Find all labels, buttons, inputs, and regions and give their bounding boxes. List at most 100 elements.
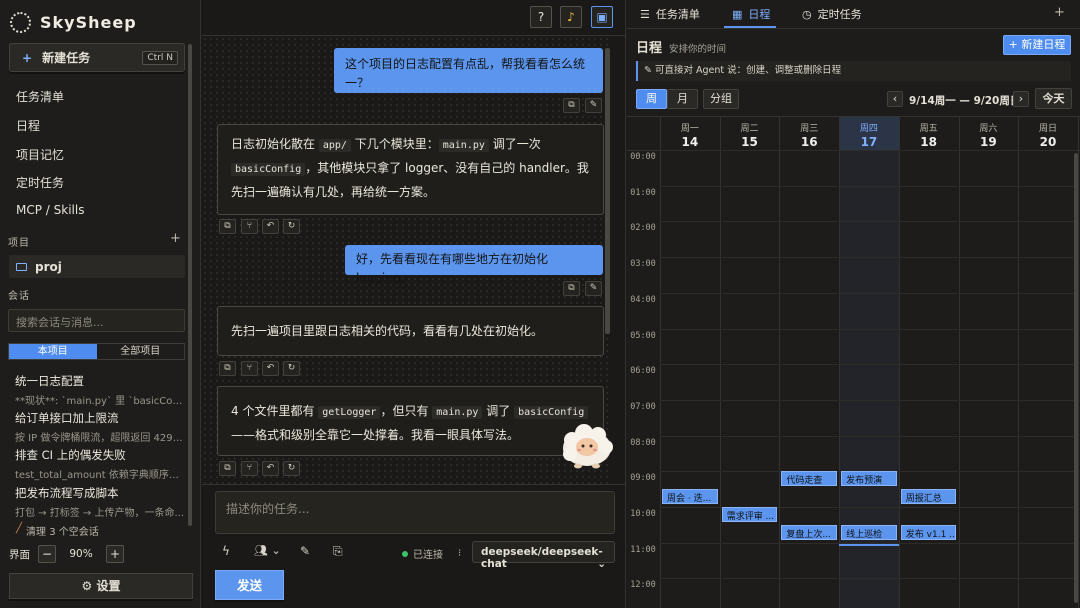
day-number: 16	[800, 135, 818, 149]
sidebar-scrollbar[interactable]	[188, 44, 192, 526]
code-span: app/	[318, 139, 351, 152]
help-button[interactable]: ?	[530, 6, 552, 28]
calendar-event[interactable]: 线上巡检	[841, 524, 897, 540]
column-divider	[660, 117, 661, 608]
day-header[interactable]: 周五 18	[899, 117, 959, 150]
agents-icon[interactable]: 👥︎ ⌄	[254, 544, 281, 557]
retry-icon[interactable]: ↻	[283, 361, 300, 376]
current-time-line	[839, 544, 899, 547]
retry-icon[interactable]: ↻	[283, 461, 300, 476]
view-group-button[interactable]: 分组	[703, 89, 739, 109]
toggle-panel-icon[interactable]: ▣	[591, 6, 613, 28]
day-header[interactable]: 周二 15	[720, 117, 780, 150]
new-event-button[interactable]: + 新建日程	[1003, 35, 1071, 55]
calendar-event[interactable]: 需求评审 ...	[721, 507, 778, 522]
add-tab-icon[interactable]: +	[1054, 5, 1065, 20]
calendar-scrollbar[interactable]	[1074, 153, 1078, 603]
column-divider	[1018, 117, 1020, 608]
undo-icon[interactable]: ↶	[262, 219, 279, 234]
day-header[interactable]: 周六 19	[959, 117, 1019, 150]
conversation-item[interactable]: 统一日志配置 **现状**: `main.py` 里 `basicConfig`…	[15, 373, 185, 407]
edit-icon[interactable]: ✎	[585, 281, 602, 296]
cleanup-empty-sessions[interactable]: ╱ 清理 3 个空会话	[16, 523, 99, 538]
conversation-item[interactable]: 给订单接口加上限流 按 IP 做令牌桶限流，超限返回 429，...	[15, 410, 185, 444]
tab-all-projects[interactable]: 全部项目	[97, 344, 185, 359]
bell-icon[interactable]: ♪	[560, 6, 582, 28]
copy-icon[interactable]: ⧉	[563, 281, 580, 296]
undo-icon[interactable]: ↶	[262, 461, 279, 476]
nav-schedule[interactable]: 日程	[16, 117, 40, 134]
send-button[interactable]: 发送	[215, 570, 284, 600]
copy-icon[interactable]: ⧉	[219, 361, 236, 376]
copy-icon[interactable]: ⧉	[219, 219, 236, 234]
column-divider	[719, 117, 721, 608]
pen-icon[interactable]: ✎	[300, 544, 310, 558]
calendar-event[interactable]: 发布 v1.1 ...	[900, 524, 957, 540]
nav-project-memory[interactable]: 项目记忆	[16, 146, 64, 163]
nav-scheduled-tasks[interactable]: 定时任务	[16, 174, 64, 191]
new-task-button[interactable]: + 新建任务 Ctrl N	[9, 43, 185, 72]
hour-label: 02:00	[630, 223, 656, 234]
calendar-event[interactable]: 发布预演	[841, 471, 897, 487]
zoom-out-button[interactable]: −	[38, 545, 56, 563]
calendar-event[interactable]: 周会 · 迭...	[662, 489, 718, 505]
day-header[interactable]: 周日 20	[1018, 117, 1078, 150]
tab-scheduled-tasks[interactable]: ◷ 定时任务	[802, 6, 862, 22]
model-select[interactable]: deepseek/deepseek-chat ⌄	[472, 541, 615, 570]
column-divider	[898, 117, 900, 608]
day-number: 15	[741, 135, 758, 149]
folder-icon	[16, 262, 27, 271]
copy-icon[interactable]: ⧉	[219, 461, 236, 476]
session-search-input[interactable]: 搜索会话与消息...	[8, 309, 185, 332]
day-header[interactable]: 周四 17	[839, 117, 899, 150]
conversation-item[interactable]: 把发布流程写成脚本 打包 → 打标签 → 上传产物，一条命...	[15, 485, 185, 519]
day-header[interactable]: 周一 14	[660, 117, 720, 150]
tab-schedule[interactable]: ▦ 日程	[732, 6, 770, 22]
calendar-event[interactable]: 复盘上次...	[781, 524, 838, 540]
calendar-event[interactable]: 周报汇总	[900, 489, 957, 505]
conversation-item[interactable]: 排查 CI 上的偶发失败 test_total_amount 依赖字典顺序，改.…	[15, 447, 185, 481]
tab-task-list[interactable]: ☰ 任务清单	[640, 6, 700, 22]
next-week-button[interactable]: ›	[1013, 91, 1029, 107]
today-button[interactable]: 今天	[1035, 88, 1072, 109]
conversation-snippet: 按 IP 做令牌桶限流，超限返回 429，...	[15, 433, 185, 444]
undo-icon[interactable]: ↶	[262, 361, 279, 376]
branch-icon[interactable]: ⑂	[241, 361, 258, 376]
branch-icon[interactable]: ⑂	[241, 461, 258, 476]
hour-label: 05:00	[630, 330, 656, 341]
nav-task-list[interactable]: 任务清单	[16, 88, 64, 105]
zoom-in-button[interactable]: +	[106, 545, 124, 563]
more-icon[interactable]: ⁝	[458, 548, 461, 559]
project-item[interactable]: proj	[9, 255, 185, 278]
hour-gridline	[660, 399, 1078, 401]
view-month-button[interactable]: 月	[667, 89, 698, 109]
day-header[interactable]: 周三 16	[779, 117, 839, 150]
text-span: 调了	[482, 404, 515, 418]
clock-icon: ◷	[802, 7, 812, 21]
hour-gridline	[660, 364, 1078, 366]
copy-icon[interactable]: ⧉	[563, 98, 580, 113]
weekday-label: 周三	[800, 124, 819, 134]
agent-hint: ✎ 可直接对 Agent 说：创建、调整或删除日程	[636, 61, 1071, 81]
view-week-button[interactable]: 周	[636, 89, 667, 109]
retry-icon[interactable]: ↻	[283, 219, 300, 234]
hour-gridline	[660, 185, 1078, 187]
chat-scrollbar[interactable]	[605, 48, 610, 334]
sheep-mascot-icon[interactable]	[560, 420, 614, 470]
status-text: 已连接	[413, 550, 443, 561]
lightning-icon[interactable]: ϟ	[222, 544, 230, 558]
add-project-icon[interactable]: +	[170, 231, 181, 246]
task-input[interactable]: 描述你的任务...	[215, 491, 615, 534]
attach-file-icon[interactable]: ⎘	[333, 544, 343, 559]
text-span: 4 个文件里都有	[231, 404, 319, 418]
settings-button[interactable]: ⚙ 设置	[9, 573, 193, 599]
prev-week-button[interactable]: ‹	[887, 91, 903, 107]
edit-icon[interactable]: ✎	[585, 98, 602, 113]
tab-this-project[interactable]: 本项目	[9, 344, 97, 359]
weekday-label: 周四	[859, 124, 878, 134]
branch-icon[interactable]: ⑂	[241, 219, 258, 234]
chat-panel: ? ♪ ▣ 这个项目的日志配置有点乱，帮我看看怎么统一？ ⧉ ✎ 日志初始化散在…	[202, 0, 626, 608]
calendar-event[interactable]: 代码走查	[781, 471, 838, 487]
nav-mcp-skills[interactable]: MCP / Skills	[16, 203, 84, 217]
column-divider	[779, 117, 781, 608]
